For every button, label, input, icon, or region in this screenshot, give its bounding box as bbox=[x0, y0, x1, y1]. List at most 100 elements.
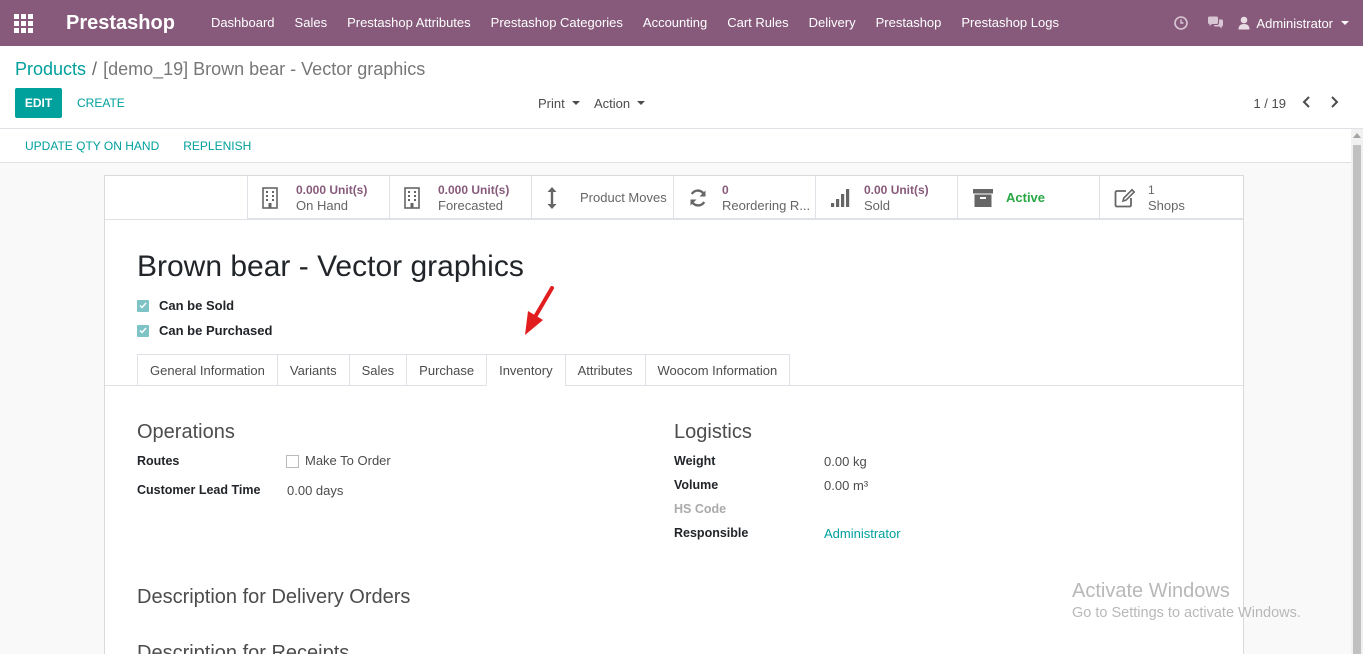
tab-inventory[interactable]: Inventory bbox=[486, 354, 565, 386]
user-name: Administrator bbox=[1256, 15, 1333, 31]
forecasted-button[interactable]: 0.000 Unit(s) Forecasted bbox=[389, 176, 531, 219]
activate-windows-subtitle: Go to Settings to activate Windows. bbox=[1072, 605, 1301, 621]
on-hand-button[interactable]: 0.000 Unit(s) On Hand bbox=[247, 176, 389, 219]
update-qty-on-hand-button[interactable]: UPDATE QTY ON HAND bbox=[15, 139, 169, 153]
shops-value: 1 bbox=[1148, 182, 1155, 197]
edit-icon bbox=[1114, 188, 1136, 207]
pager-next-button[interactable] bbox=[1326, 94, 1342, 110]
building-icon bbox=[262, 186, 278, 209]
menu-item-delivery[interactable]: Delivery bbox=[799, 0, 866, 46]
print-label: Print bbox=[538, 95, 565, 111]
menu-item-prestashop-categories[interactable]: Prestashop Categories bbox=[481, 0, 633, 46]
weight-field[interactable]: 0.00 kg bbox=[824, 454, 867, 469]
hs-code-label: HS Code bbox=[674, 502, 727, 516]
tab-purchase[interactable]: Purchase bbox=[406, 354, 487, 386]
print-dropdown[interactable]: Print bbox=[538, 88, 580, 118]
building-icon bbox=[404, 186, 420, 209]
operations-title: Operations bbox=[137, 421, 235, 443]
action-dropdown[interactable]: Action bbox=[594, 88, 646, 118]
pager-value[interactable]: 1 / 19 bbox=[1253, 96, 1286, 111]
chevron-down-icon bbox=[571, 101, 580, 105]
volume-label: Volume bbox=[674, 478, 719, 492]
checkmark-icon bbox=[139, 302, 147, 309]
activity-button[interactable] bbox=[1164, 0, 1198, 46]
tab-woocom-information[interactable]: Woocom Information bbox=[644, 354, 791, 386]
annotation-arrow-icon bbox=[525, 286, 554, 335]
scroll-up-arrow-icon[interactable] bbox=[1353, 133, 1361, 138]
breadcrumb-products-link[interactable]: Products bbox=[15, 59, 86, 79]
sold-value: 0.00 Unit(s) bbox=[864, 182, 929, 197]
signal-icon bbox=[831, 188, 850, 207]
chat-icon bbox=[1207, 16, 1223, 29]
top-navbar: Prestashop Dashboard Sales Prestashop At… bbox=[0, 0, 1363, 46]
activate-windows-title: Activate Windows bbox=[1072, 580, 1230, 602]
scroll-thumb[interactable] bbox=[1353, 145, 1361, 654]
can-be-purchased-label: Can be Purchased bbox=[159, 323, 273, 338]
can-be-sold-label: Can be Sold bbox=[159, 298, 235, 313]
product-moves-label: Product Moves bbox=[580, 190, 667, 205]
volume-unit: m³ bbox=[852, 478, 869, 493]
customer-lead-time-value[interactable]: 0.00 days bbox=[287, 483, 343, 498]
weight-label: Weight bbox=[674, 454, 716, 468]
customer-lead-time-label: Customer Lead Time bbox=[137, 483, 261, 497]
menu-item-dashboard[interactable]: Dashboard bbox=[201, 0, 285, 46]
apps-menu-button[interactable] bbox=[0, 0, 46, 46]
main-menu: Dashboard Sales Prestashop Attributes Pr… bbox=[201, 0, 1069, 46]
weight-value: 0.00 bbox=[824, 454, 850, 469]
user-icon bbox=[1238, 16, 1250, 30]
forecasted-value: 0.000 Unit(s) bbox=[438, 182, 510, 197]
logistics-title: Logistics bbox=[674, 421, 752, 443]
breadcrumb-current: [demo_19] Brown bear - Vector graphics bbox=[103, 59, 426, 79]
menu-item-cart-rules[interactable]: Cart Rules bbox=[717, 0, 798, 46]
user-menu[interactable]: Administrator bbox=[1232, 16, 1363, 31]
menu-item-prestashop-attributes[interactable]: Prestashop Attributes bbox=[337, 0, 481, 46]
checkmark-icon bbox=[139, 327, 147, 334]
tab-sales[interactable]: Sales bbox=[348, 354, 407, 386]
action-label: Action bbox=[594, 95, 631, 111]
sold-button[interactable]: 0.00 Unit(s) Sold bbox=[815, 176, 957, 219]
menu-item-prestashop-logs[interactable]: Prestashop Logs bbox=[951, 0, 1069, 46]
tab-attributes[interactable]: Attributes bbox=[564, 354, 645, 386]
tab-variants[interactable]: Variants bbox=[276, 354, 349, 386]
navbar-systray: Administrator bbox=[1164, 0, 1363, 46]
responsible-label: Responsible bbox=[674, 526, 749, 540]
active-toggle-button[interactable]: Active bbox=[957, 176, 1099, 219]
routes-label: Routes bbox=[137, 454, 180, 468]
button-box-divider bbox=[105, 219, 1243, 220]
breadcrumb: Products / [demo_19] Brown bear - Vector g… bbox=[15, 59, 425, 80]
tab-general-information[interactable]: General Information bbox=[137, 354, 277, 386]
delivery-description-title: Description for Delivery Orders bbox=[137, 586, 411, 608]
shops-label: Shops bbox=[1148, 197, 1185, 213]
reordering-rules-button[interactable]: 0 Reordering R... bbox=[673, 176, 815, 219]
make-to-order-checkbox[interactable] bbox=[286, 455, 299, 469]
can-be-purchased-checkbox-row[interactable]: Can be Purchased bbox=[137, 323, 272, 338]
on-hand-value: 0.000 Unit(s) bbox=[296, 182, 368, 197]
product-name[interactable]: Brown bear - Vector graphics bbox=[137, 250, 524, 284]
make-to-order-label: Make To Order bbox=[305, 453, 391, 468]
menu-item-sales[interactable]: Sales bbox=[285, 0, 338, 46]
edit-button[interactable]: EDIT bbox=[15, 88, 62, 118]
menu-item-accounting[interactable]: Accounting bbox=[633, 0, 717, 46]
create-button[interactable]: CREATE bbox=[77, 88, 125, 118]
make-to-order-route[interactable]: Make To Order bbox=[286, 453, 391, 469]
archive-icon bbox=[973, 188, 993, 207]
pager-previous-button[interactable] bbox=[1298, 94, 1314, 110]
apps-icon bbox=[13, 13, 33, 33]
product-moves-button[interactable]: Product Moves bbox=[531, 176, 673, 219]
weight-unit: kg bbox=[852, 454, 867, 469]
responsible-link[interactable]: Administrator bbox=[824, 526, 901, 541]
can-be-sold-checkbox-row[interactable]: Can be Sold bbox=[137, 298, 234, 313]
smart-button-box: 0.000 Unit(s) On Hand 0.000 Unit(s) Fore… bbox=[247, 176, 1244, 219]
brand-title[interactable]: Prestashop bbox=[66, 12, 175, 35]
can-be-purchased-checkbox[interactable] bbox=[137, 324, 149, 337]
shops-button[interactable]: 1 Shops bbox=[1099, 176, 1241, 219]
control-panel: Products / [demo_19] Brown bear - Vector g… bbox=[0, 46, 1363, 129]
clock-icon bbox=[1174, 16, 1189, 30]
messaging-button[interactable] bbox=[1198, 0, 1232, 46]
menu-item-prestashop[interactable]: Prestashop bbox=[866, 0, 952, 46]
volume-field[interactable]: 0.00 m³ bbox=[824, 478, 868, 493]
replenish-button[interactable]: REPLENISH bbox=[173, 139, 261, 153]
page-scrollbar[interactable] bbox=[1351, 129, 1363, 654]
can-be-sold-checkbox[interactable] bbox=[137, 299, 149, 312]
reordering-rules-label: Reordering R... bbox=[722, 197, 811, 213]
